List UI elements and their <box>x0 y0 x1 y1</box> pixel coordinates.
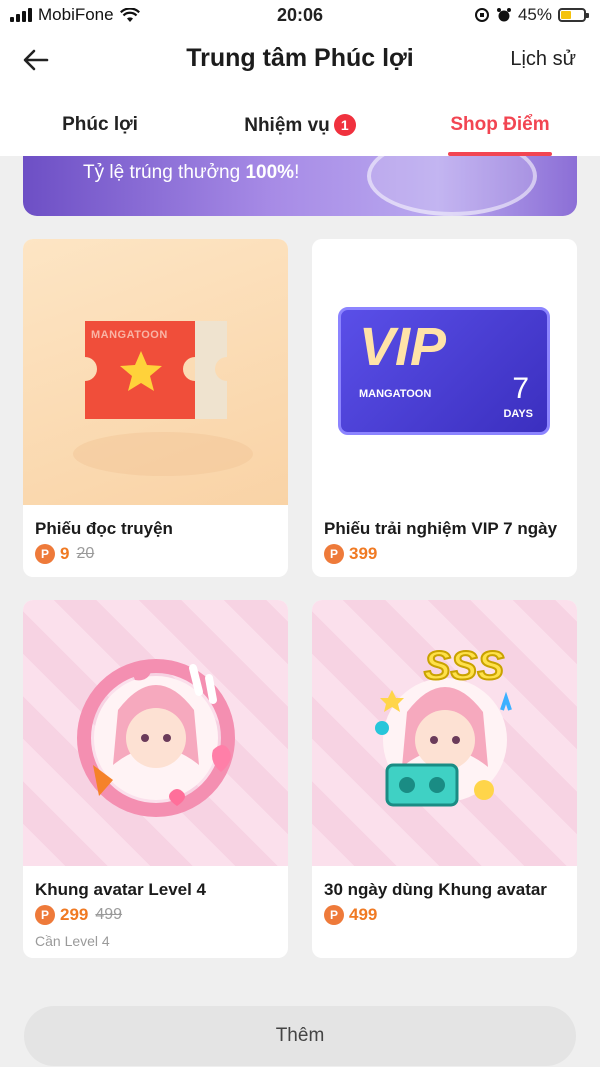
price-original: 499 <box>95 906 123 923</box>
battery-icon <box>558 8 589 22</box>
banner-decoration <box>367 156 537 216</box>
vip-days-label: DAYS <box>503 408 533 420</box>
item-price: P 499 <box>324 905 377 925</box>
tab-label: Phúc lợi <box>62 114 138 135</box>
item-price: P 299 499 <box>35 905 122 925</box>
tab-bar: Phúc lợi Nhiệm vụ 1 Shop Điểm <box>0 90 600 156</box>
item-price: P 9 20 <box>35 544 94 564</box>
battery-percent: 45% <box>517 5 552 24</box>
shop-item-card[interactable]: VIP MANGATOON 7 DAYS Phiếu trải nghiệm V… <box>312 239 577 577</box>
item-thumbnail: MANGATOON <box>23 239 288 505</box>
app-header: Trung tâm Phúc lợi Lịch sử <box>0 30 600 90</box>
tab-shop-diem[interactable]: Shop Điểm <box>400 90 600 156</box>
points-coin-icon: P <box>35 544 55 564</box>
points-coin-icon: P <box>324 544 344 564</box>
shop-item-card[interactable]: Khung avatar Level 4 P 299 499 Cần Level… <box>23 600 288 958</box>
item-name: Phiếu trải nghiệm VIP 7 ngày <box>324 519 558 538</box>
price-current: 9 <box>60 544 70 563</box>
item-name: Phiếu đọc truyện <box>35 519 173 538</box>
promo-banner[interactable]: Tỷ lệ trúng thưởng 100%! <box>23 156 577 216</box>
ticket-brand: MANGATOON <box>91 329 168 341</box>
status-right: 45% <box>474 5 589 25</box>
points-coin-icon: P <box>35 905 55 925</box>
orientation-lock-icon <box>474 8 489 22</box>
sss-text: SSS <box>423 643 505 689</box>
item-requirement: Cần Level 4 <box>35 933 110 949</box>
price-original: 20 <box>76 545 95 562</box>
vip-title: VIP <box>359 317 447 377</box>
item-name: 30 ngày dùng Khung avatar <box>324 880 547 899</box>
shop-item-card[interactable]: MANGATOON Phiếu đọc truyện P 9 20 <box>23 239 288 577</box>
history-link[interactable]: Lịch sử <box>510 48 576 71</box>
tab-phuc-loi[interactable]: Phúc lợi <box>0 90 200 156</box>
alarm-icon <box>496 8 511 22</box>
tab-label: Nhiệm vụ <box>244 115 330 136</box>
price-current: 399 <box>349 544 378 563</box>
price-current: 299 <box>60 905 89 924</box>
tab-nhiem-vu[interactable]: Nhiệm vụ 1 <box>200 90 400 156</box>
notification-badge: 1 <box>333 114 356 136</box>
load-more-button[interactable]: Thêm <box>24 1006 576 1066</box>
item-thumbnail: VIP MANGATOON 7 DAYS <box>312 239 577 505</box>
item-price: P 399 <box>324 544 377 564</box>
banner-text: Tỷ lệ trúng thưởng 100%! <box>83 162 300 183</box>
vip-days-number: 7 <box>512 372 529 405</box>
ticket-icon <box>73 321 253 476</box>
vip-card-graphic: VIP MANGATOON 7 DAYS <box>338 307 550 435</box>
status-bar: MobiFone 20:06 45% <box>0 0 600 30</box>
vip-brand: MANGATOON <box>359 388 432 400</box>
points-coin-icon: P <box>324 905 344 925</box>
tab-label: Shop Điểm <box>450 114 550 135</box>
shop-item-card[interactable]: SSS 30 ngày dùng Khung avatar P 499 <box>312 600 577 958</box>
item-name: Khung avatar Level 4 <box>35 880 207 899</box>
avatar-frame-image <box>77 659 235 817</box>
item-thumbnail: SSS <box>312 600 577 866</box>
item-thumbnail <box>23 600 288 866</box>
price-current: 499 <box>349 905 378 924</box>
avatar-frame-image <box>375 678 512 807</box>
